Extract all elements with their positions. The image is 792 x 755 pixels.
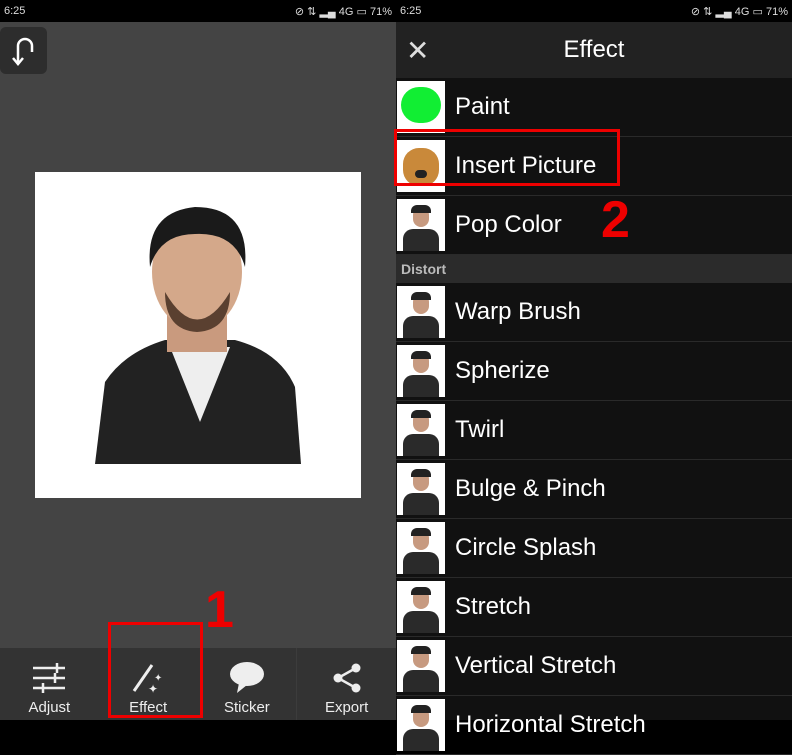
effect-label: Warp Brush (455, 298, 581, 325)
status-time: 6:25 (400, 5, 422, 17)
share-icon (333, 663, 361, 693)
effect-label: Horizontal Stretch (455, 711, 646, 738)
effect-label: Twirl (455, 416, 505, 443)
effect-thumbnail (397, 286, 445, 338)
effect-label: Bulge & Pinch (455, 475, 606, 502)
effect-item-vertical-stretch[interactable]: Vertical Stretch (396, 637, 792, 696)
status-icons: ⊘ ⇅ ▂▄ 4G ▭ 71% (294, 5, 392, 18)
battery-level: 71% (765, 5, 788, 18)
effect-item-horizontal-stretch[interactable]: Horizontal Stretch (396, 696, 792, 755)
undo-icon (11, 37, 33, 66)
effect-label: Paint (455, 93, 510, 120)
effect-label: Spherize (455, 357, 550, 384)
effect-title: Effect (563, 36, 625, 63)
network-type: 4G (734, 5, 750, 18)
effect-panel: ✕ Effect Paint Insert Picture Pop Color Di… (394, 22, 792, 755)
effect-label: Stretch (455, 593, 532, 620)
speech-bubble-icon (229, 662, 264, 693)
status-icons: ⊘ ⇅ ▂▄ 4G ▭ 71% (690, 5, 788, 18)
effect-item-twirl[interactable]: Twirl (396, 401, 792, 460)
effect-highlight-box (108, 622, 203, 718)
effect-thumbnail (397, 404, 445, 456)
effect-item-bulge-pinch[interactable]: Bulge & Pinch (396, 460, 792, 519)
effect-thumbnail (397, 522, 445, 574)
undo-button[interactable] (0, 27, 47, 74)
sticker-button[interactable]: Sticker (198, 648, 297, 720)
effect-thumbnail (397, 581, 445, 633)
effect-thumbnail (397, 640, 445, 692)
battery-level: 71% (369, 5, 392, 18)
status-time: 6:25 (4, 5, 26, 17)
effect-item-pop-color[interactable]: Pop Color (396, 196, 792, 255)
effect-thumbnail (397, 463, 445, 515)
editor-screen: 1 Adjust ✦ ✦ Effect Sticker Export (0, 22, 396, 720)
effect-thumbnail (397, 699, 445, 751)
sliders-icon (33, 663, 66, 693)
close-icon[interactable]: ✕ (406, 34, 429, 67)
effect-thumbnail (397, 345, 445, 397)
effect-thumbnail (397, 199, 445, 251)
step-1-label: 1 (205, 581, 234, 639)
effect-label: Circle Splash (455, 534, 597, 561)
effect-label: Pop Color (455, 211, 562, 238)
effect-label: Vertical Stretch (455, 652, 617, 679)
adjust-button[interactable]: Adjust (0, 648, 99, 720)
effect-item-spherize[interactable]: Spherize (396, 342, 792, 401)
export-button[interactable]: Export (296, 648, 396, 720)
adjust-label: Adjust (28, 699, 71, 716)
step-2-label: 2 (601, 191, 630, 249)
effect-header: ✕ Effect (396, 22, 792, 78)
export-label: Export (324, 699, 369, 716)
sticker-label: Sticker (223, 699, 270, 716)
network-type: 4G (338, 5, 354, 18)
portrait-image (95, 207, 301, 464)
effect-thumbnail (397, 81, 445, 133)
insert-picture-highlight-box (394, 129, 620, 186)
status-bar-right: 6:25 ⊘ ⇅ ▂▄ 4G ▭ 71% (396, 0, 792, 22)
section-distort: Distort (396, 255, 792, 283)
status-bar-left: 6:25 ⊘ ⇅ ▂▄ 4G ▭ 71% (0, 0, 396, 22)
effect-item-stretch[interactable]: Stretch (396, 578, 792, 637)
effect-item-warp-brush[interactable]: Warp Brush (396, 283, 792, 342)
effect-item-circle-splash[interactable]: Circle Splash (396, 519, 792, 578)
photo-canvas[interactable] (35, 172, 361, 498)
